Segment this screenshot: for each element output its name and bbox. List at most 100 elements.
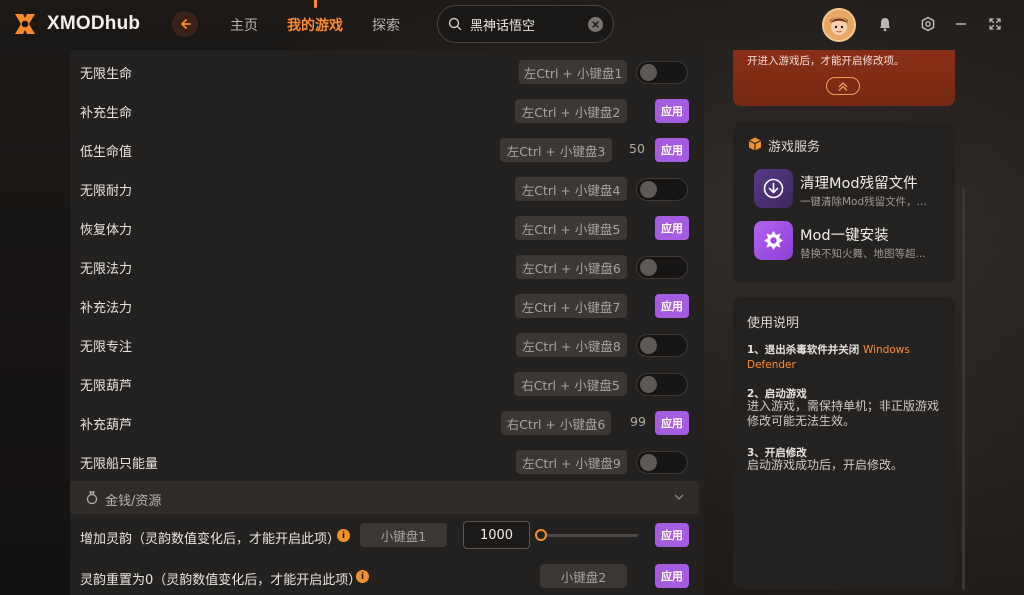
apply-button[interactable]: 应用 (655, 216, 689, 240)
mod-install-icon (754, 221, 793, 260)
cheat-toggle[interactable] (636, 334, 688, 357)
search-input[interactable]: 黑神话悟空 (470, 15, 588, 34)
cheat-row: 补充生命 左Ctrl + 小键盘2 应用 (70, 91, 704, 130)
cheat-label: 补充生命 (80, 106, 133, 121)
step-3-body: 启动游戏成功后，开启修改。 (747, 458, 904, 472)
hotkey-badge[interactable]: 左Ctrl + 小键盘8 (516, 333, 627, 357)
xmod-logo-icon (15, 14, 35, 34)
search-icon (448, 17, 462, 31)
resource-label: 增加灵韵（灵韵数值变化后，才能开启此项） (80, 532, 341, 547)
service-title: 清理Mod残留文件 (800, 176, 918, 192)
apply-button[interactable]: 应用 (655, 294, 689, 318)
arrow-left-icon (181, 19, 191, 29)
apply-button[interactable]: 应用 (655, 411, 689, 435)
apply-button[interactable]: 应用 (655, 564, 689, 588)
instructions-title: 使用说明 (747, 316, 800, 331)
resource-row: 增加灵韵（灵韵数值变化后，才能开启此项） i 小键盘1 1000 应用 (70, 519, 704, 553)
cheat-row: 低生命值 左Ctrl + 小键盘3 50 应用 (70, 130, 704, 169)
apply-button[interactable]: 应用 (655, 99, 689, 123)
avatar[interactable] (822, 8, 856, 42)
hotkey-badge[interactable]: 左Ctrl + 小键盘5 (515, 216, 627, 240)
cheat-row: 无限葫芦 右Ctrl + 小键盘5 (70, 364, 704, 403)
box-icon (748, 137, 762, 151)
resource-label: 灵韵重置为0（灵韵数值变化后，才能开启此项） (80, 573, 362, 588)
cheat-toggle[interactable] (636, 61, 688, 84)
section-header-money[interactable]: 金钱/资源 (70, 481, 699, 514)
hotkey-badge[interactable]: 左Ctrl + 小键盘2 (515, 99, 627, 123)
hotkey-badge[interactable]: 左Ctrl + 小键盘1 (519, 60, 627, 84)
hotkey-badge[interactable]: 小键盘2 (540, 564, 627, 588)
search-bar[interactable]: 黑神话悟空 (437, 5, 614, 43)
cheat-toggle[interactable] (636, 373, 688, 396)
slider-handle[interactable] (535, 529, 547, 541)
minimize-icon[interactable] (952, 15, 970, 33)
apply-button[interactable]: 应用 (655, 523, 689, 547)
instructions-card: 使用说明 1、退出杀毒软件并关闭 Windows Defender 2、启动游戏… (733, 297, 955, 589)
hotkey-badge[interactable]: 右Ctrl + 小键盘5 (514, 372, 627, 396)
clear-search-button[interactable] (588, 16, 603, 32)
notice-text: 开进入游戏后，才能开启修改项。 (747, 55, 905, 67)
cheat-panel: 无限生命 左Ctrl + 小键盘1 补充生命 左Ctrl + 小键盘2 应用 低… (70, 50, 704, 595)
hotkey-badge[interactable]: 左Ctrl + 小键盘9 (516, 450, 627, 474)
hotkey-badge[interactable]: 左Ctrl + 小键盘6 (516, 255, 627, 279)
avatar-image (824, 10, 854, 40)
spirit-amount-input[interactable]: 1000 (463, 521, 530, 549)
service-desc: 一键清除Mod残留文件，... (800, 196, 927, 208)
cheat-row: 无限专注 左Ctrl + 小键盘8 (70, 325, 704, 364)
cheat-label: 无限耐力 (80, 184, 133, 199)
launch-notice-card: 开进入游戏后，才能开启修改项。 (733, 50, 955, 106)
info-icon[interactable]: i (356, 570, 369, 583)
chevron-down-icon (674, 494, 684, 500)
hotkey-badge[interactable]: 左Ctrl + 小键盘3 (500, 138, 612, 162)
step-1-title: 1、退出杀毒软件并关闭 (747, 344, 860, 356)
hotkey-badge[interactable]: 左Ctrl + 小键盘7 (515, 294, 627, 318)
cheat-label: 低生命值 (80, 145, 133, 160)
cheat-label: 补充葫芦 (80, 418, 133, 433)
step-2-body: 进入游戏，需保持单机；非正版游戏修改可能无法生效。 (747, 399, 940, 428)
services-title: 游戏服务 (768, 140, 821, 155)
cheat-row: 无限耐力 左Ctrl + 小键盘4 (70, 169, 704, 208)
chevron-up-double-icon (838, 81, 848, 91)
cheat-label: 无限船只能量 (80, 457, 159, 472)
money-bag-icon (86, 491, 98, 505)
maximize-icon[interactable] (986, 15, 1004, 33)
cheat-toggle[interactable] (636, 451, 688, 474)
cheat-label: 恢复体力 (80, 223, 133, 238)
nav-home[interactable]: 主页 (230, 15, 258, 35)
apply-button[interactable]: 应用 (655, 138, 689, 162)
info-icon[interactable]: i (337, 529, 350, 542)
service-desc: 替换不知火舞、地图等超... (800, 248, 926, 260)
top-bar: XMODhub 主页 我的游戏 探索 黑神话悟空 (0, 0, 1024, 50)
hotkey-badge[interactable]: 右Ctrl + 小键盘6 (501, 411, 611, 435)
section-title: 金钱/资源 (105, 494, 162, 509)
cheat-label: 补充法力 (80, 301, 133, 316)
hotkey-badge[interactable]: 左Ctrl + 小键盘4 (515, 177, 627, 201)
cheat-value[interactable]: 99 (630, 414, 646, 429)
settings-icon[interactable] (919, 15, 937, 33)
step-1: 1、退出杀毒软件并关闭 Windows Defender (747, 343, 947, 373)
cheat-label: 无限生命 (80, 67, 133, 82)
nav-my-games[interactable]: 我的游戏 (287, 15, 343, 35)
app-name: XMODhub (47, 13, 141, 34)
cheat-value[interactable]: 50 (629, 141, 645, 156)
cheat-label: 无限葫芦 (80, 379, 133, 394)
app-logo[interactable]: XMODhub (12, 11, 140, 37)
cheat-label: 无限法力 (80, 262, 133, 277)
cheat-toggle[interactable] (636, 178, 688, 201)
notification-icon[interactable] (876, 15, 894, 33)
hotkey-badge[interactable]: 小键盘1 (360, 523, 447, 547)
resource-row: 灵韵重置为0（灵韵数值变化后，才能开启此项） i 小键盘2 应用 (70, 560, 704, 594)
cheat-toggle[interactable] (636, 256, 688, 279)
right-scrollbar[interactable] (962, 188, 965, 590)
nav-explore[interactable]: 探索 (372, 15, 400, 35)
download-icon (754, 169, 793, 208)
cheat-row: 无限船只能量 左Ctrl + 小键盘9 (70, 442, 704, 481)
cheat-row: 补充法力 左Ctrl + 小键盘7 应用 (70, 286, 704, 325)
back-button[interactable] (172, 11, 198, 37)
service-title: Mod一键安装 (800, 228, 889, 244)
spirit-amount-slider[interactable] (540, 534, 638, 537)
collapse-button[interactable] (826, 77, 860, 95)
cheat-row: 无限生命 左Ctrl + 小键盘1 (70, 52, 704, 91)
cheat-row: 无限法力 左Ctrl + 小键盘6 (70, 247, 704, 286)
cheat-row: 补充葫芦 右Ctrl + 小键盘6 99 应用 (70, 403, 704, 442)
